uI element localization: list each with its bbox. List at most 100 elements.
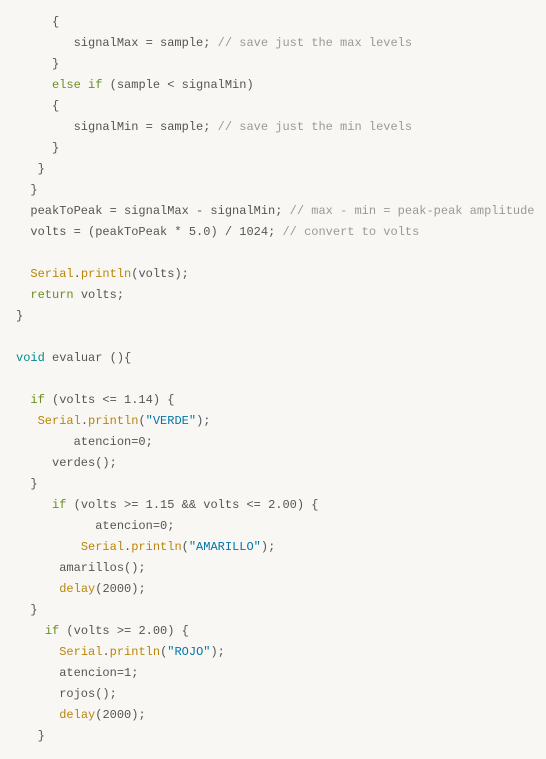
code-line: } (16, 54, 530, 75)
code-token: amarillos(); (16, 561, 146, 575)
code-token: evaluar (){ (45, 351, 131, 365)
code-line: Serial.println("VERDE"); (16, 411, 530, 432)
code-token: ( (182, 540, 189, 554)
code-token: ; (167, 519, 174, 533)
code-line: signalMax = sample; // save just the max… (16, 33, 530, 54)
code-line: Serial.println("ROJO"); (16, 642, 530, 663)
code-token: ( (95, 708, 102, 722)
code-line: Serial.println("AMARILLO"); (16, 537, 530, 558)
code-token: ); (196, 414, 210, 428)
code-token: Serial (59, 645, 102, 659)
code-token: if (45, 624, 59, 638)
code-line: } (16, 600, 530, 621)
code-line (16, 369, 530, 390)
code-token: } (16, 162, 45, 176)
code-token: 1.15 (146, 498, 175, 512)
code-token: } (16, 183, 38, 197)
code-token: 1 (124, 666, 131, 680)
code-token (16, 372, 23, 386)
code-token: println (88, 414, 138, 428)
code-token: if (88, 78, 102, 92)
code-token: ); (210, 645, 224, 659)
code-token: (volts <= (45, 393, 124, 407)
code-token: ) / (210, 225, 239, 239)
code-token: } (16, 141, 59, 155)
code-token: (volts); (131, 267, 189, 281)
code-token: (volts >= (66, 498, 145, 512)
code-line: delay(2000); (16, 579, 530, 600)
code-line: } (16, 180, 530, 201)
code-token: volts; (74, 288, 124, 302)
code-token: "ROJO" (167, 645, 210, 659)
code-line: if (volts >= 2.00) { (16, 621, 530, 642)
code-token: atencion= (16, 666, 124, 680)
code-token: 5.0 (189, 225, 211, 239)
code-token: . (74, 267, 81, 281)
code-token (16, 330, 23, 344)
code-token: ; (146, 435, 153, 449)
code-token: delay (59, 708, 95, 722)
code-token: void (16, 351, 45, 365)
code-line: } (16, 474, 530, 495)
code-token: 2000 (102, 582, 131, 596)
code-token: (volts >= (59, 624, 138, 638)
code-line: atencion=1; (16, 663, 530, 684)
code-token: else (52, 78, 81, 92)
code-token (16, 624, 45, 638)
code-line: } (16, 159, 530, 180)
code-token (16, 540, 81, 554)
code-line: } (16, 306, 530, 327)
code-token: 1024 (239, 225, 268, 239)
code-token: 1.14 (124, 393, 153, 407)
code-token: verdes(); (16, 456, 117, 470)
code-token: ); (131, 708, 145, 722)
code-token: atencion= (16, 519, 160, 533)
code-token (16, 288, 30, 302)
code-line (16, 327, 530, 348)
code-token: if (52, 498, 66, 512)
code-token: // save just the max levels (218, 36, 412, 50)
code-token (16, 393, 30, 407)
code-token (16, 498, 52, 512)
code-token: ; (131, 666, 138, 680)
code-token: signalMin = sample; (16, 120, 218, 134)
code-token: } (16, 57, 59, 71)
code-token: signalMax = sample; (16, 36, 218, 50)
code-token: return (30, 288, 73, 302)
code-token: { (16, 15, 59, 29)
code-token: ( (160, 645, 167, 659)
code-token (16, 708, 59, 722)
code-token: Serial (30, 267, 73, 281)
code-token: peakToPeak = signalMax - signalMin; (16, 204, 290, 218)
code-token (16, 78, 52, 92)
code-line: amarillos(); (16, 558, 530, 579)
code-token: 2.00 (268, 498, 297, 512)
code-token: "AMARILLO" (189, 540, 261, 554)
code-token: Serial (81, 540, 124, 554)
code-token (16, 246, 23, 260)
code-token: . (102, 645, 109, 659)
code-token (81, 78, 88, 92)
code-line: } (16, 726, 530, 747)
code-token: atencion= (16, 435, 138, 449)
code-line: atencion=0; (16, 516, 530, 537)
code-line (16, 243, 530, 264)
code-token: "VERDE" (146, 414, 196, 428)
code-line: if (volts <= 1.14) { (16, 390, 530, 411)
code-line: { (16, 12, 530, 33)
code-token: println (131, 540, 181, 554)
code-token: (sample < signalMin) (102, 78, 253, 92)
code-token: if (30, 393, 44, 407)
code-token: delay (59, 582, 95, 596)
code-token: // max - min = peak-peak amplitude (290, 204, 535, 218)
code-line: atencion=0; (16, 432, 530, 453)
code-token: println (81, 267, 131, 281)
code-token: ) { (297, 498, 319, 512)
code-token: volts = (peakToPeak * (16, 225, 189, 239)
code-token: . (81, 414, 88, 428)
code-line: } (16, 138, 530, 159)
code-line: volts = (peakToPeak * 5.0) / 1024; // co… (16, 222, 530, 243)
code-token: 2000 (102, 708, 131, 722)
code-token (16, 414, 38, 428)
code-token: } (16, 603, 38, 617)
